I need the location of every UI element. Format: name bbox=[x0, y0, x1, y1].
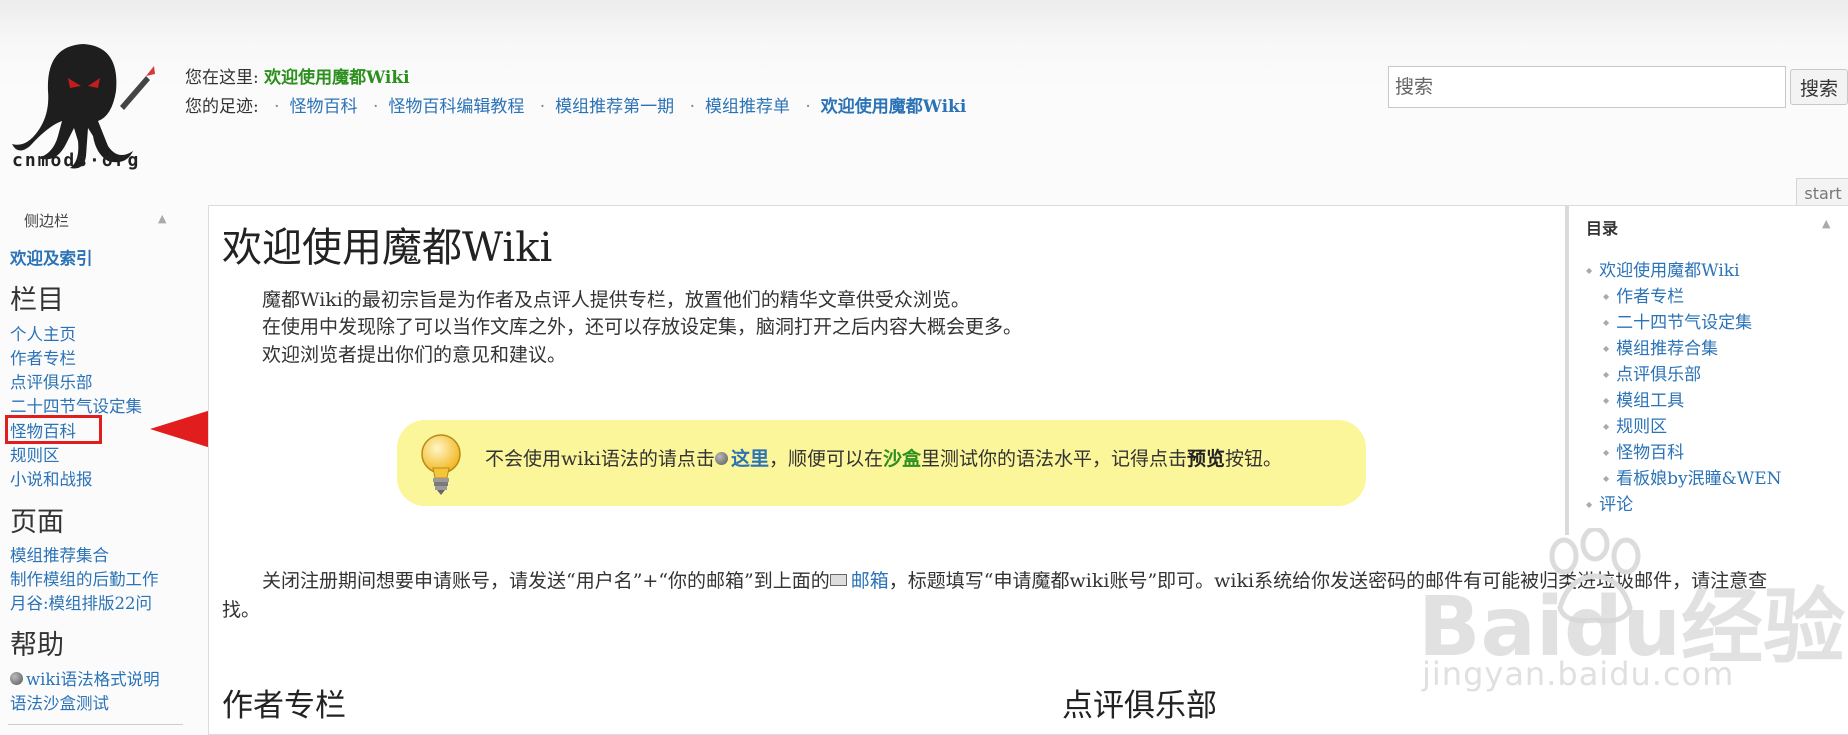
page-title: 欢迎使用魔都Wiki bbox=[222, 225, 553, 271]
sidebar-heading-columns: 栏目 bbox=[10, 285, 64, 316]
toc-item[interactable]: 看板娘by泯瞳&WEN bbox=[1603, 464, 1781, 489]
tip-text-post: 按钮。 bbox=[1225, 448, 1283, 470]
breadcrumb-here-row: 您在这里: 欢迎使用魔都Wiki bbox=[185, 64, 966, 93]
sidebar-item[interactable]: 月谷:模组排版22问 bbox=[10, 590, 152, 614]
tip-text-pre: 不会使用wiki语法的请点击 bbox=[485, 448, 715, 470]
breadcrumb-item[interactable]: 模组推荐第一期 bbox=[555, 97, 674, 117]
breadcrumb: 您在这里: 欢迎使用魔都Wiki 您的足迹: · 怪物百科 · 怪物百科编辑教程 ·… bbox=[185, 64, 966, 122]
here-label: 您在这里: bbox=[185, 68, 259, 88]
breadcrumb-item[interactable]: 怪物百科编辑教程 bbox=[388, 97, 524, 117]
toc-item[interactable]: 二十四节气设定集 bbox=[1603, 308, 1752, 333]
sidebar-heading-help: 帮助 bbox=[10, 630, 64, 661]
intro-line: 在使用中发现除了可以当作文库之外，还可以存放设定集，脑洞打开之后内容大概会更多。 bbox=[262, 316, 1023, 338]
register-text-pre: 关闭注册期间想要申请账号，请发送“用户名”+“你的邮箱”到上面的 bbox=[262, 570, 830, 592]
tab-start[interactable]: start bbox=[1796, 178, 1848, 208]
here-link[interactable]: 欢迎使用魔都Wiki bbox=[264, 68, 410, 88]
toc-divider bbox=[1565, 205, 1569, 535]
sidebar-item[interactable]: 作者专栏 bbox=[10, 345, 76, 369]
sidebar-item[interactable]: 模组推荐集合 bbox=[10, 542, 109, 566]
highlight-box bbox=[5, 415, 102, 444]
breadcrumb-separator: · bbox=[539, 97, 546, 117]
breadcrumb-separator: · bbox=[805, 97, 811, 117]
tip-preview-emphasis: 预览 bbox=[1187, 448, 1226, 470]
sidebar-item[interactable]: 制作模组的后勤工作 bbox=[10, 566, 159, 590]
footprint-label: 您的足迹: bbox=[185, 97, 259, 117]
breadcrumb-separator: · bbox=[274, 97, 280, 117]
intro-line: 魔都Wiki的最初宗旨是为作者及点评人提供专栏，放置他们的精华文章供受众浏览。 bbox=[262, 289, 970, 311]
tip-box: 不会使用wiki语法的请点击 这里，顺便可以在沙盒里测试你的语法水平，记得点击预览… bbox=[397, 420, 1366, 506]
lightbulb-icon bbox=[421, 434, 461, 495]
sidebar-item[interactable]: 个人主页 bbox=[10, 321, 76, 345]
toc-item[interactable]: 作者专栏 bbox=[1603, 282, 1684, 307]
breadcrumb-trace-row: 您的足迹: · 怪物百科 · 怪物百科编辑教程 · 模组推荐第一期 · 模组推荐单 · 欢… bbox=[185, 93, 966, 122]
tip-text: 不会使用wiki语法的请点击 这里，顺便可以在沙盒里测试你的语法水平，记得点击预览… bbox=[485, 444, 1282, 471]
sidebar-item[interactable]: 二十四节气设定集 bbox=[10, 393, 142, 417]
globe-icon bbox=[10, 672, 23, 685]
toc-item[interactable]: 规则区 bbox=[1603, 412, 1667, 437]
mail-icon bbox=[829, 574, 847, 586]
tip-text-mid2: 里测试你的语法水平，记得点击 bbox=[920, 448, 1187, 470]
sidebar-item[interactable]: 规则区 bbox=[10, 442, 60, 466]
header: cnmods·org 您在这里: 欢迎使用魔都Wiki 您的足迹: · 怪物百科 … bbox=[0, 0, 1848, 185]
search-input[interactable] bbox=[1388, 66, 1786, 108]
sidebar-item[interactable]: 点评俱乐部 bbox=[10, 369, 93, 393]
logo-text: cnmods·org bbox=[12, 150, 141, 171]
mail-link[interactable]: 邮箱 bbox=[851, 570, 889, 592]
toc-item[interactable]: 怪物百科 bbox=[1603, 438, 1684, 463]
sidebar-divider bbox=[8, 724, 183, 725]
breadcrumb-item[interactable]: 模组推荐单 bbox=[705, 97, 790, 117]
toc-item[interactable]: 欢迎使用魔都Wiki bbox=[1586, 256, 1739, 281]
sidebar-title: 侧边栏 bbox=[24, 212, 70, 230]
toc-item[interactable]: 点评俱乐部 bbox=[1603, 360, 1701, 385]
toc-title: 目录 bbox=[1586, 219, 1619, 238]
section-heading-authors: 作者专栏 bbox=[222, 688, 346, 724]
syntax-help-link[interactable]: 这里 bbox=[731, 448, 769, 470]
breadcrumb-item-current[interactable]: 欢迎使用魔都Wiki bbox=[821, 97, 967, 117]
breadcrumb-separator: · bbox=[372, 97, 379, 117]
globe-icon bbox=[714, 452, 728, 465]
breadcrumb-separator: · bbox=[689, 97, 695, 117]
search-button[interactable]: 搜索 bbox=[1790, 69, 1848, 105]
sidebar-item-label: wiki语法格式说明 bbox=[26, 670, 160, 689]
toc-item[interactable]: 评论 bbox=[1586, 490, 1633, 515]
section-heading-reviews: 点评俱乐部 bbox=[1062, 688, 1217, 724]
sidebar-heading-pages: 页面 bbox=[10, 507, 64, 538]
sandbox-link[interactable]: 沙盒 bbox=[883, 448, 921, 470]
sidebar-item[interactable]: 小说和战报 bbox=[10, 466, 93, 490]
sidebar-collapse-icon[interactable]: ▲ bbox=[158, 212, 166, 225]
toc-collapse-icon[interactable]: ▲ bbox=[1822, 217, 1830, 230]
breadcrumb-item[interactable]: 怪物百科 bbox=[290, 97, 358, 117]
toc-item[interactable]: 模组推荐合集 bbox=[1603, 334, 1718, 359]
tip-text-mid: ，顺便可以在 bbox=[768, 448, 883, 470]
sidebar-item[interactable]: 语法沙盒测试 bbox=[10, 690, 109, 714]
toc-item[interactable]: 模组工具 bbox=[1603, 386, 1684, 411]
sidebar-item-welcome[interactable]: 欢迎及索引 bbox=[10, 245, 93, 269]
sidebar-item[interactable]: wiki语法格式说明 bbox=[10, 666, 160, 690]
baidu-watermark-url: jingyan.baidu.com bbox=[1422, 655, 1735, 693]
intro-line: 欢迎浏览者提出你们的意见和建议。 bbox=[262, 344, 567, 366]
